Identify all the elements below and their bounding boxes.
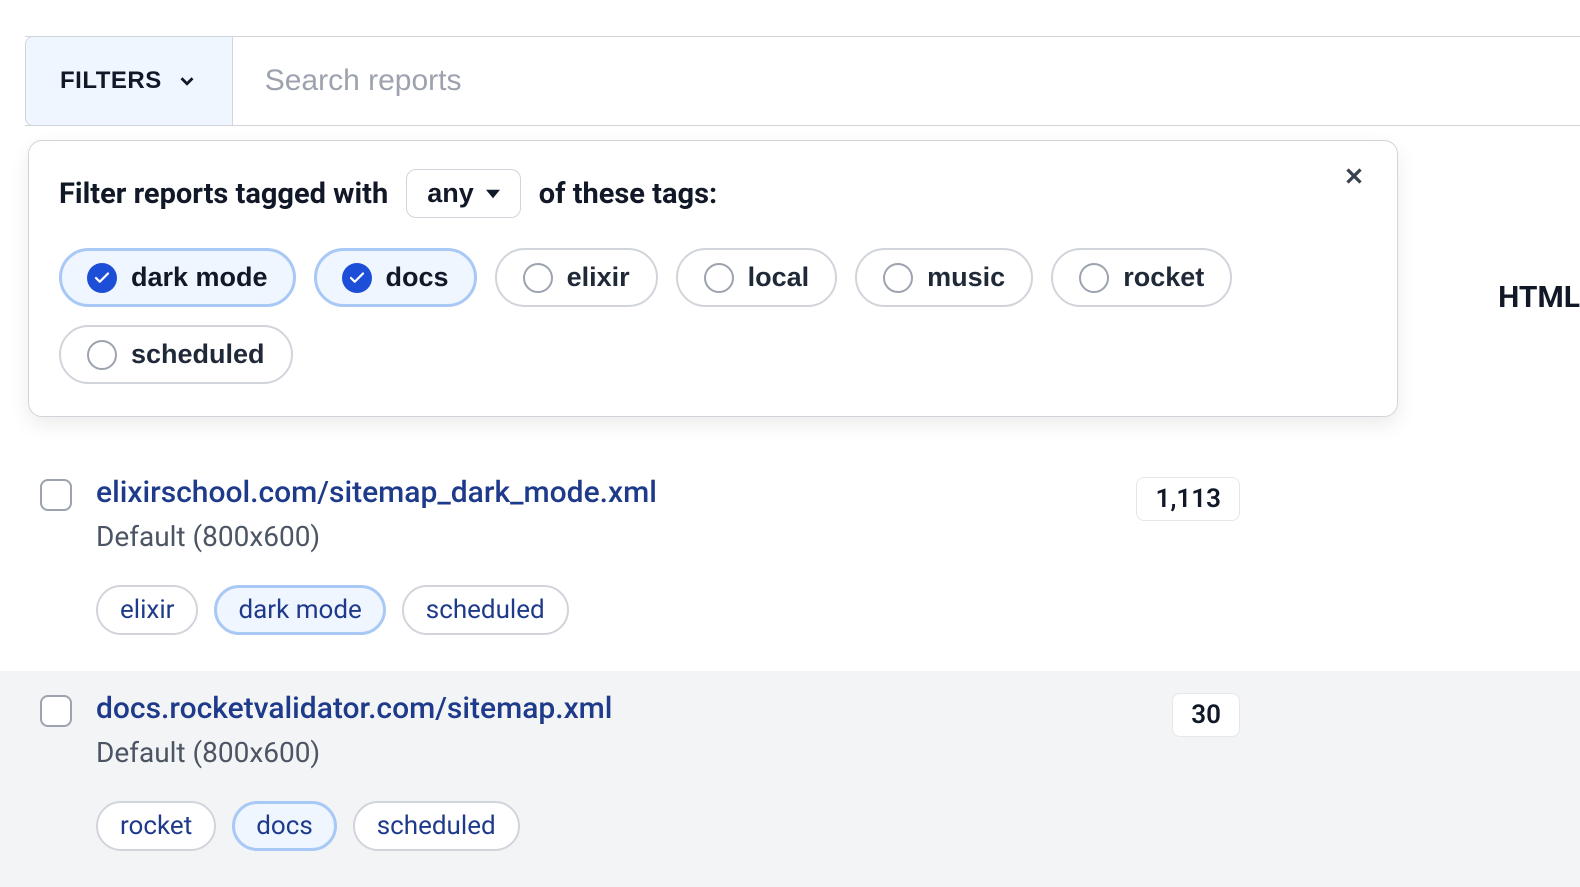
report-body: docs.rocketvalidator.com/sitemap.xml Defa… xyxy=(96,691,1148,851)
check-icon xyxy=(87,263,117,293)
report-tag[interactable]: rocket xyxy=(96,801,216,851)
tag-label: scheduled xyxy=(131,339,265,370)
tag-label: music xyxy=(927,262,1005,293)
report-count: 1,113 xyxy=(1136,477,1240,521)
tag-label: rocket xyxy=(1123,262,1204,293)
report-tags: elixir dark mode scheduled xyxy=(96,585,1112,635)
report-subtitle: Default (800x600) xyxy=(96,736,1148,769)
report-tag[interactable]: scheduled xyxy=(402,585,569,635)
top-bar: FILTERS xyxy=(25,36,1580,126)
tag-label: dark mode xyxy=(131,262,268,293)
tag-label: elixir xyxy=(567,262,630,293)
tag-row: dark mode docs elixir local music rocket sched… xyxy=(59,248,1367,384)
report-checkbox[interactable] xyxy=(40,479,72,511)
report-link[interactable]: elixirschool.com/sitemap_dark_mode.xml xyxy=(96,475,657,510)
report-list: elixirschool.com/sitemap_dark_mode.xml De… xyxy=(0,455,1580,887)
report-checkbox[interactable] xyxy=(40,695,72,727)
filter-prefix: Filter reports tagged with xyxy=(59,177,388,211)
report-tag[interactable]: elixir xyxy=(96,585,198,635)
close-icon xyxy=(1341,163,1367,189)
caret-down-icon xyxy=(486,187,500,201)
html-column-label: HTML xyxy=(1498,280,1580,315)
report-body: elixirschool.com/sitemap_dark_mode.xml De… xyxy=(96,475,1112,635)
circle-icon xyxy=(883,263,913,293)
report-link[interactable]: docs.rocketvalidator.com/sitemap.xml xyxy=(96,691,612,726)
filter-suffix: of these tags: xyxy=(539,177,717,211)
filter-tag-chip[interactable]: docs xyxy=(314,248,477,307)
filter-tag-chip[interactable]: music xyxy=(855,248,1033,307)
filter-panel: Filter reports tagged with any of these … xyxy=(28,140,1398,417)
report-item: elixirschool.com/sitemap_dark_mode.xml De… xyxy=(0,455,1580,671)
filters-button[interactable]: FILTERS xyxy=(25,36,233,126)
report-tag[interactable]: dark mode xyxy=(214,585,385,635)
filter-tag-chip[interactable]: rocket xyxy=(1051,248,1232,307)
filters-label: FILTERS xyxy=(60,67,162,95)
report-subtitle: Default (800x600) xyxy=(96,520,1112,553)
filter-mode-select[interactable]: any xyxy=(406,169,521,218)
tag-label: docs xyxy=(386,262,449,293)
close-button[interactable] xyxy=(1341,163,1367,192)
tag-label: local xyxy=(748,262,810,293)
report-count: 30 xyxy=(1172,693,1240,737)
circle-icon xyxy=(523,263,553,293)
filter-tag-chip[interactable]: local xyxy=(676,248,838,307)
check-icon xyxy=(342,263,372,293)
filter-mode-value: any xyxy=(427,178,474,209)
filter-tag-chip[interactable]: scheduled xyxy=(59,325,293,384)
filter-row: Filter reports tagged with any of these … xyxy=(59,169,1367,218)
report-item: docs.rocketvalidator.com/sitemap.xml Defa… xyxy=(0,671,1580,887)
filter-tag-chip[interactable]: dark mode xyxy=(59,248,296,307)
search-input[interactable] xyxy=(233,37,1580,125)
report-tag[interactable]: scheduled xyxy=(353,801,520,851)
report-tags: rocket docs scheduled xyxy=(96,801,1148,851)
circle-icon xyxy=(704,263,734,293)
circle-icon xyxy=(1079,263,1109,293)
chevron-down-icon xyxy=(176,70,198,92)
report-tag[interactable]: docs xyxy=(232,801,337,851)
filter-tag-chip[interactable]: elixir xyxy=(495,248,658,307)
circle-icon xyxy=(87,340,117,370)
